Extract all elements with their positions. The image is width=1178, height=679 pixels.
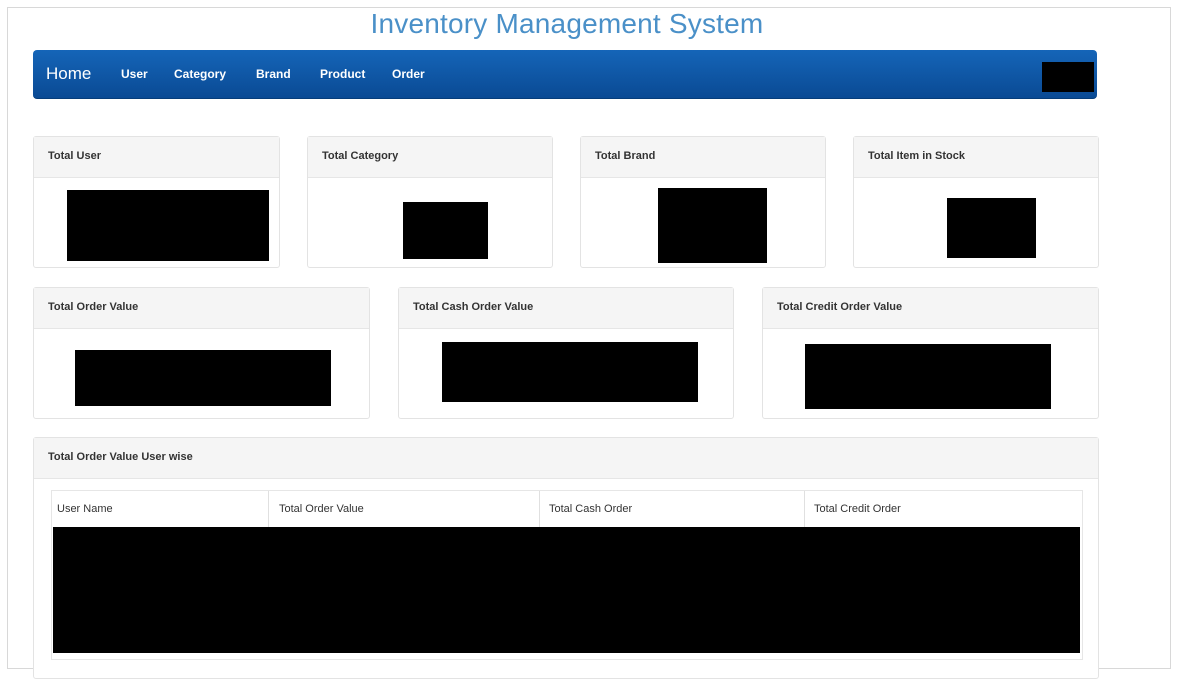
panel-header: Total User: [34, 137, 279, 178]
total-brand-panel: Total Brand: [580, 136, 826, 268]
total-cash-order-value-redacted: [442, 342, 698, 402]
total-category-value-redacted: [403, 202, 488, 259]
total-brand-title: Total Brand: [595, 150, 656, 162]
total-order-value-panel: Total Order Value: [33, 287, 370, 419]
total-cash-order-title: Total Cash Order Value: [413, 301, 534, 313]
user-wise-orders-title: Total Order Value User wise: [48, 451, 193, 463]
total-stock-value-redacted: [947, 198, 1036, 258]
column-header-user-name: User Name: [57, 503, 113, 515]
column-header-total-cash-order: Total Cash Order: [549, 503, 633, 515]
column-divider: [268, 491, 269, 527]
total-user-title: Total User: [48, 150, 101, 162]
total-category-title: Total Category: [322, 150, 399, 162]
column-divider: [539, 491, 540, 527]
column-header-total-credit-order: Total Credit Order: [814, 503, 901, 515]
app-title: Inventory Management System: [370, 8, 764, 39]
total-category-panel: Total Category: [307, 136, 553, 268]
user-menu-redacted[interactable]: [1042, 62, 1094, 92]
table-body-redacted: [53, 527, 1080, 653]
panel-header: Total Brand: [581, 137, 825, 178]
panel-header: Total Category: [308, 137, 552, 178]
total-user-panel: Total User: [33, 136, 280, 268]
panel-header: Total Order Value: [34, 288, 369, 329]
panel-header: Total Order Value User wise: [34, 438, 1098, 479]
nav-order-link[interactable]: Order: [392, 67, 425, 81]
panel-header: Total Credit Order Value: [763, 288, 1098, 329]
main-navbar: Home User Category Brand Product Order: [33, 50, 1097, 99]
panel-header: Total Item in Stock: [854, 137, 1098, 178]
total-brand-value-redacted: [658, 188, 767, 263]
total-stock-title: Total Item in Stock: [868, 150, 965, 162]
total-cash-order-panel: Total Cash Order Value: [398, 287, 734, 419]
column-divider: [804, 491, 805, 527]
total-user-value-redacted: [67, 190, 269, 261]
user-wise-orders-table: User Name Total Order Value Total Cash O…: [51, 490, 1083, 660]
total-order-value-redacted: [75, 350, 331, 406]
nav-product-link[interactable]: Product: [320, 67, 365, 81]
column-header-total-order-value: Total Order Value: [279, 503, 364, 515]
total-credit-order-value-redacted: [805, 344, 1051, 409]
total-order-value-title: Total Order Value: [48, 301, 139, 313]
nav-category-link[interactable]: Category: [174, 67, 226, 81]
nav-home-link[interactable]: Home: [46, 64, 91, 84]
panel-header: Total Cash Order Value: [399, 288, 733, 329]
nav-brand-link[interactable]: Brand: [256, 67, 291, 81]
total-credit-order-title: Total Credit Order Value: [777, 301, 903, 313]
nav-user-link[interactable]: User: [121, 67, 148, 81]
total-stock-panel: Total Item in Stock: [853, 136, 1099, 268]
total-credit-order-panel: Total Credit Order Value: [762, 287, 1099, 419]
